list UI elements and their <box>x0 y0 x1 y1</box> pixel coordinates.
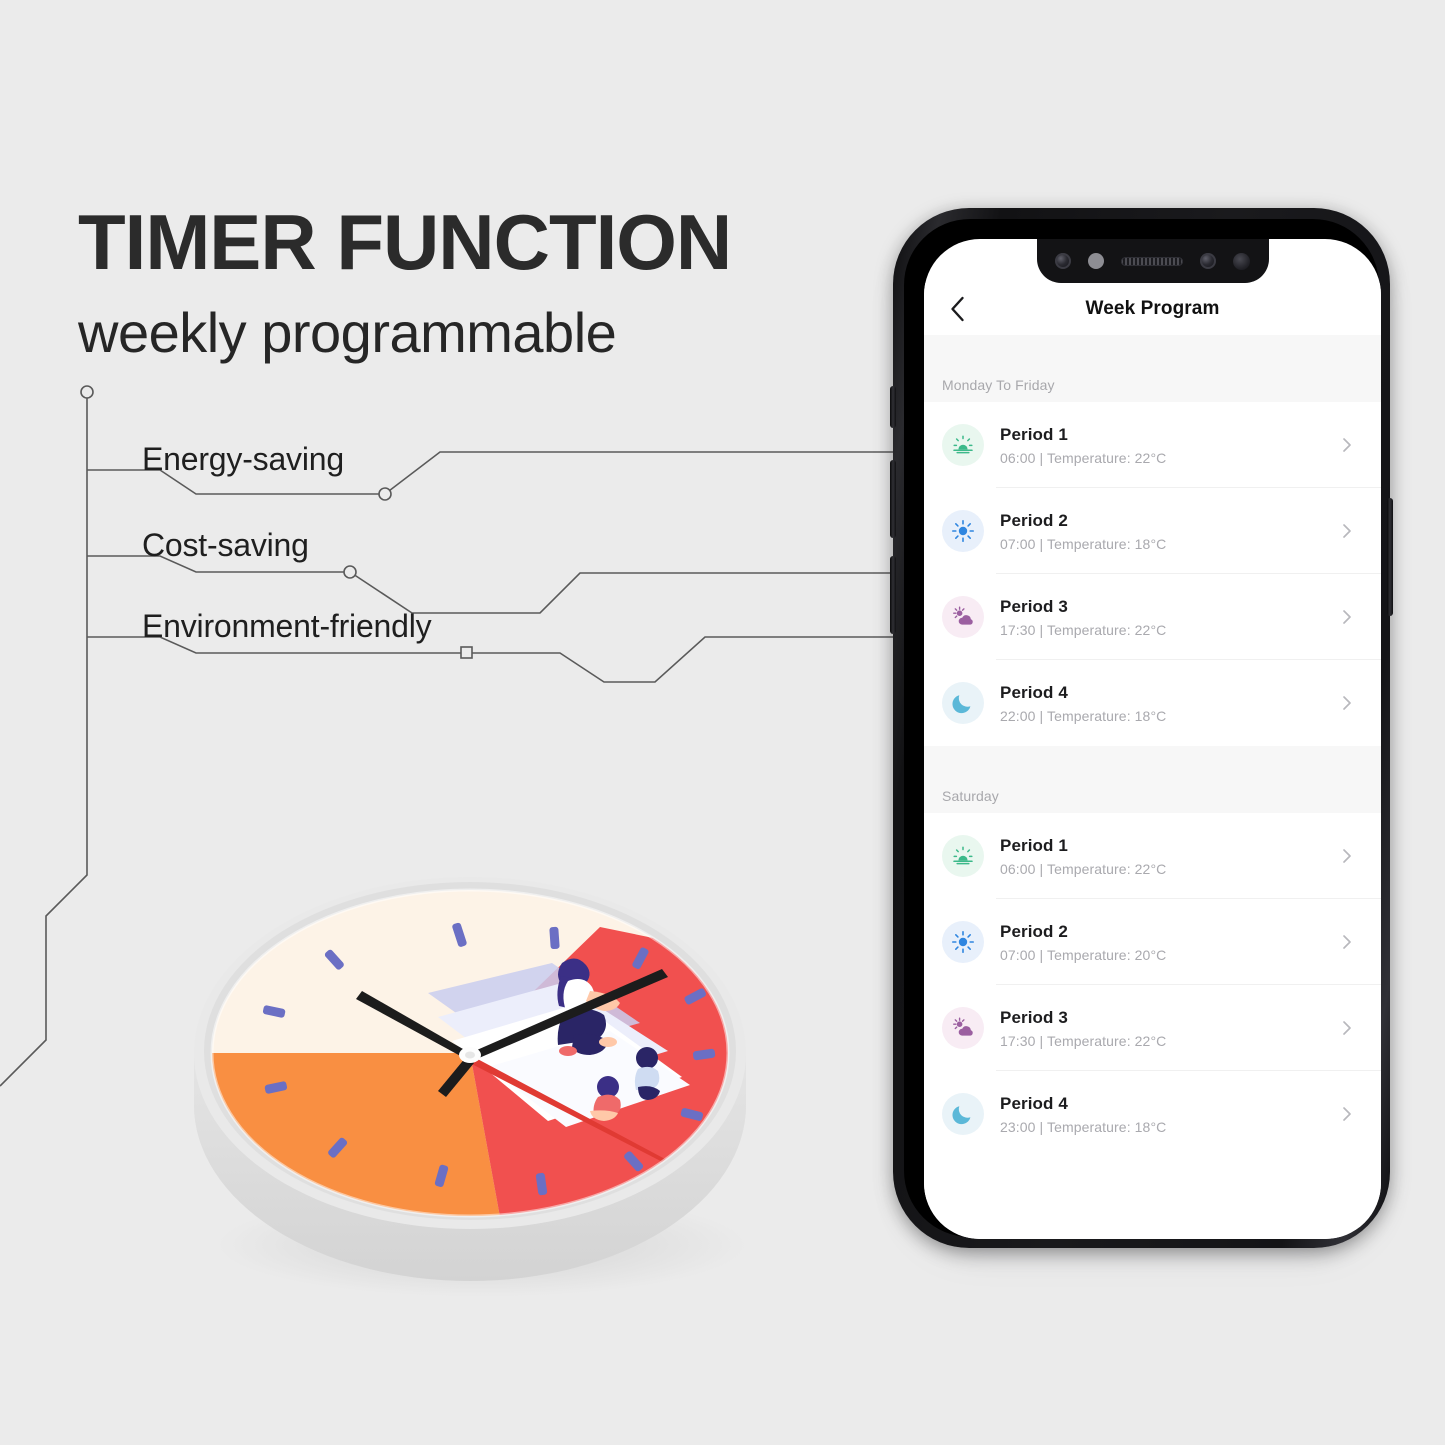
chevron-right-icon <box>1343 438 1351 452</box>
list-item-title: Period 3 <box>1000 596 1068 616</box>
list-item-subtitle: 06:00 | Temperature: 22°C <box>1000 449 1167 466</box>
sun-cloud-icon <box>953 1017 973 1036</box>
chevron-right-icon <box>1343 935 1351 949</box>
week-program-list[interactable]: Monday To Friday Period 1 06:00 | Temper… <box>924 335 1381 1239</box>
list-item-text: Period 3 17:30 | Temperature: 22°C <box>1000 1008 1166 1049</box>
chevron-right-icon <box>1343 1021 1351 1035</box>
list-item-chevron[interactable] <box>1339 1106 1355 1122</box>
phone-bezel: Week Program Monday To Friday Period 1 0… <box>904 219 1381 1239</box>
moon-icon <box>952 1106 971 1125</box>
list-item[interactable]: Period 3 17:30 | Temperature: 22°C <box>924 574 1381 660</box>
chevron-right-icon <box>1343 1107 1351 1121</box>
section-header: Saturday <box>924 746 1381 813</box>
page-subtitle: weekly programmable <box>78 301 617 364</box>
list-item-title: Period 4 <box>1000 1093 1068 1113</box>
list-item[interactable]: Period 2 07:00 | Temperature: 20°C <box>924 899 1381 985</box>
list-item-title: Period 4 <box>1000 682 1068 702</box>
feature-label-cost-saving: Cost-saving <box>142 527 309 563</box>
list-item-chevron[interactable] <box>1339 523 1355 539</box>
list-item-text: Period 1 06:00 | Temperature: 22°C <box>1000 836 1166 877</box>
page-title: TIMER FUNCTION <box>78 198 732 286</box>
section-header: Monday To Friday <box>924 335 1381 402</box>
list-item-chevron[interactable] <box>1339 695 1355 711</box>
circuit-node-cost <box>343 565 357 579</box>
period-icon-wrap <box>942 1007 984 1049</box>
face-id-sensor-icon <box>1233 252 1250 270</box>
volume-up-button[interactable] <box>890 460 896 538</box>
list-item-chevron[interactable] <box>1339 1020 1355 1036</box>
list-item[interactable]: Period 2 07:00 | Temperature: 18°C <box>924 488 1381 574</box>
list-item-title: Period 2 <box>1000 510 1068 530</box>
phone-screen: Week Program Monday To Friday Period 1 0… <box>924 239 1381 1239</box>
list-item-text: Period 2 07:00 | Temperature: 18°C <box>1000 511 1166 552</box>
chevron-right-icon <box>1343 849 1351 863</box>
power-button[interactable] <box>1387 498 1393 616</box>
circuit-branch-cost <box>87 555 905 614</box>
list-item-subtitle: 07:00 | Temperature: 18°C <box>1000 535 1167 552</box>
circuit-node-root <box>80 385 94 399</box>
wall-clock-illustration <box>194 877 747 1297</box>
phone-frame: Week Program Monday To Friday Period 1 0… <box>890 208 1393 1248</box>
mute-switch[interactable] <box>890 386 896 428</box>
list-item-chevron[interactable] <box>1339 848 1355 864</box>
front-camera-icon <box>1055 253 1071 269</box>
chevron-right-icon <box>1343 696 1351 710</box>
app-navbar: Week Program <box>924 283 1381 335</box>
list-item-subtitle: 22:00 | Temperature: 18°C <box>1000 707 1167 724</box>
list-item-text: Period 3 17:30 | Temperature: 22°C <box>1000 597 1166 638</box>
list-item[interactable]: Period 4 22:00 | Temperature: 18°C <box>924 660 1381 746</box>
sun-icon <box>952 931 974 953</box>
period-icon-wrap <box>942 424 984 466</box>
sun-icon <box>952 520 974 542</box>
list-item-subtitle: 23:00 | Temperature: 18°C <box>1000 1118 1167 1135</box>
circuit-node-environment <box>460 646 473 659</box>
list-item-chevron[interactable] <box>1339 609 1355 625</box>
sunrise-icon <box>953 846 973 865</box>
list-item-subtitle: 17:30 | Temperature: 22°C <box>1000 621 1167 638</box>
list-item[interactable]: Period 1 06:00 | Temperature: 22°C <box>924 813 1381 899</box>
page-title-week-program: Week Program <box>1085 298 1220 319</box>
phone-notch <box>1036 239 1269 283</box>
list-item-chevron[interactable] <box>1339 934 1355 950</box>
list-item-title: Period 3 <box>1000 1007 1068 1027</box>
list-item-text: Period 1 06:00 | Temperature: 22°C <box>1000 425 1166 466</box>
light-sensor-icon <box>1088 253 1104 269</box>
feature-label-energy-saving: Energy-saving <box>142 441 344 477</box>
list-item-text: Period 4 23:00 | Temperature: 18°C <box>1000 1094 1166 1135</box>
circuit-node-energy <box>378 487 392 501</box>
list-item-subtitle: 06:00 | Temperature: 22°C <box>1000 860 1167 877</box>
poster-canvas: TIMER FUNCTION weekly programmable Energ… <box>0 0 1445 1445</box>
moon-icon <box>952 695 971 714</box>
list-item[interactable]: Period 3 17:30 | Temperature: 22°C <box>924 985 1381 1071</box>
list-item-subtitle: 07:00 | Temperature: 20°C <box>1000 946 1167 963</box>
list-item-subtitle: 17:30 | Temperature: 22°C <box>1000 1032 1167 1049</box>
list-item-chevron[interactable] <box>1339 437 1355 453</box>
volume-down-button[interactable] <box>890 556 896 634</box>
list-item-text: Period 2 07:00 | Temperature: 20°C <box>1000 922 1166 963</box>
circuit-trunk-line <box>0 398 88 1087</box>
list-item[interactable]: Period 4 23:00 | Temperature: 18°C <box>924 1071 1381 1157</box>
earpiece-speaker-icon <box>1121 256 1183 266</box>
list-item-title: Period 1 <box>1000 424 1068 444</box>
sun-cloud-icon <box>953 606 973 625</box>
proximity-sensor-icon <box>1200 253 1216 269</box>
chevron-right-icon <box>1343 610 1351 624</box>
sunrise-icon <box>953 435 973 454</box>
chevron-right-icon <box>1343 524 1351 538</box>
period-icon-wrap <box>942 682 984 724</box>
feature-label-environment-friendly: Environment-friendly <box>142 608 432 644</box>
period-icon-wrap <box>942 510 984 552</box>
period-icon-wrap <box>942 596 984 638</box>
list-item-title: Period 1 <box>1000 835 1068 855</box>
period-icon-wrap <box>942 921 984 963</box>
smartphone-mockup: Week Program Monday To Friday Period 1 0… <box>890 208 1393 1252</box>
list-item[interactable]: Period 1 06:00 | Temperature: 22°C <box>924 402 1381 488</box>
list-item-text: Period 4 22:00 | Temperature: 18°C <box>1000 683 1166 724</box>
period-icon-wrap <box>942 835 984 877</box>
chevron-left-icon <box>950 296 964 322</box>
back-button[interactable] <box>942 294 972 324</box>
list-item-title: Period 2 <box>1000 921 1068 941</box>
period-icon-wrap <box>942 1093 984 1135</box>
